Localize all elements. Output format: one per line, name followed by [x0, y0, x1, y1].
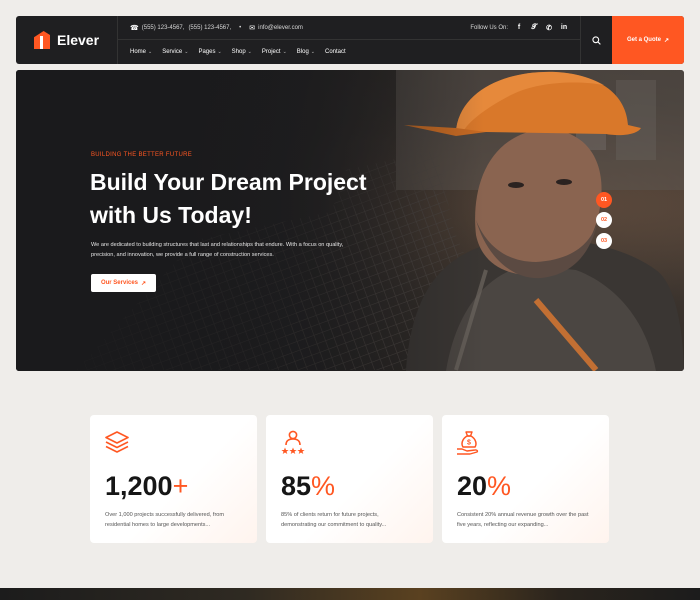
follow-label: Follow Us On:: [470, 24, 508, 31]
arrow-up-right-icon: ↗: [663, 37, 670, 44]
logo-icon: [34, 31, 50, 49]
hero-desc-line-2: precision, and innovation, we provide a …: [91, 252, 274, 258]
separator-dot: •: [239, 24, 242, 31]
whatsapp-icon[interactable]: ✆: [545, 24, 553, 32]
chevron-down-icon: ⌄: [184, 49, 189, 55]
client-rating-icon: [281, 430, 305, 454]
chevron-down-icon: ⌄: [310, 49, 315, 55]
stat-number: 85%: [281, 471, 336, 501]
main-nav: Home ⌄ Service ⌄ Pages ⌄ Shop ⌄ Project ⌄ Blo…: [118, 49, 580, 55]
site-header: Elever ☎ (555) 123-4567, (555) 123-4567,…: [16, 16, 684, 64]
email-link[interactable]: info@elever.com: [258, 25, 303, 31]
phone-icon: ☎: [130, 24, 139, 32]
hero-eyebrow: BUILDING THE BETTER FUTURE: [91, 152, 193, 158]
nav-shop[interactable]: Shop ⌄: [232, 49, 252, 55]
chevron-down-icon: ⌄: [148, 49, 153, 55]
hero-title-line-2: with Us Today!: [90, 202, 252, 228]
slide-dot-3[interactable]: 03: [596, 233, 612, 249]
stat-description: Over 1,000 projects successfully deliver…: [105, 512, 225, 528]
stat-description: 85% of clients return for future project…: [281, 512, 387, 528]
arrow-up-right-icon: ↗: [141, 280, 147, 287]
phone-2[interactable]: (555) 123-4567,: [188, 25, 231, 31]
brand-logo[interactable]: Elever: [16, 16, 118, 64]
mail-icon: ✉: [249, 24, 256, 32]
hero-description: We are dedicated to building structures …: [91, 240, 371, 260]
stat-number: 1,200+: [105, 471, 189, 501]
chevron-down-icon: ⌄: [217, 49, 222, 55]
nav-blog[interactable]: Blog ⌄: [297, 49, 315, 55]
hero-title-line-1: Build Your Dream Project: [90, 169, 367, 195]
facebook-icon[interactable]: f: [515, 24, 523, 31]
chevron-down-icon: ⌄: [282, 49, 287, 55]
search-button[interactable]: [580, 16, 612, 64]
nav-pages[interactable]: Pages ⌄: [198, 49, 221, 55]
top-bar: ☎ (555) 123-4567, (555) 123-4567, • ✉ in…: [118, 16, 580, 40]
our-services-label: Our Services: [100, 280, 138, 286]
nav-home[interactable]: Home ⌄: [130, 49, 152, 55]
stat-number: 20%: [457, 471, 512, 501]
nav-contact[interactable]: Contact: [325, 49, 346, 55]
our-services-button[interactable]: Our Services ↗: [91, 274, 156, 292]
stat-card-clients: 85% 85% of clients return for future pro…: [266, 415, 433, 543]
layers-icon: [105, 431, 129, 453]
get-quote-button[interactable]: Get a Quote ↗: [612, 16, 684, 64]
stat-card-projects: 1,200+ Over 1,000 projects successfully …: [90, 415, 257, 543]
get-quote-label: Get a Quote: [626, 37, 661, 43]
nav-project[interactable]: Project ⌄: [262, 49, 287, 55]
nav-service[interactable]: Service ⌄: [162, 49, 188, 55]
hero-desc-line-1: We are dedicated to building structures …: [91, 242, 344, 248]
svg-text:$: $: [467, 440, 471, 447]
twitter-icon[interactable]: 𝓣: [530, 24, 538, 32]
hero-title: Build Your Dream Project with Us Today!: [90, 166, 410, 232]
stat-description: Consistent 20% annual revenue growth ove…: [457, 512, 589, 528]
chevron-down-icon: ⌄: [247, 49, 252, 55]
brand-name: Elever: [57, 32, 100, 48]
linkedin-icon[interactable]: in: [560, 24, 568, 31]
stat-card-growth: $ 20% Consistent 20% annual revenue grow…: [442, 415, 609, 543]
slide-dot-1[interactable]: 01: [596, 192, 612, 208]
search-icon: [592, 35, 601, 45]
phone-1[interactable]: (555) 123-4567,: [142, 25, 185, 31]
money-bag-icon: $: [457, 431, 479, 455]
slide-dot-2[interactable]: 02: [596, 212, 612, 228]
hero-banner: BUILDING THE BETTER FUTURE Build Your Dr…: [16, 70, 684, 371]
next-section-strip: [0, 588, 700, 600]
